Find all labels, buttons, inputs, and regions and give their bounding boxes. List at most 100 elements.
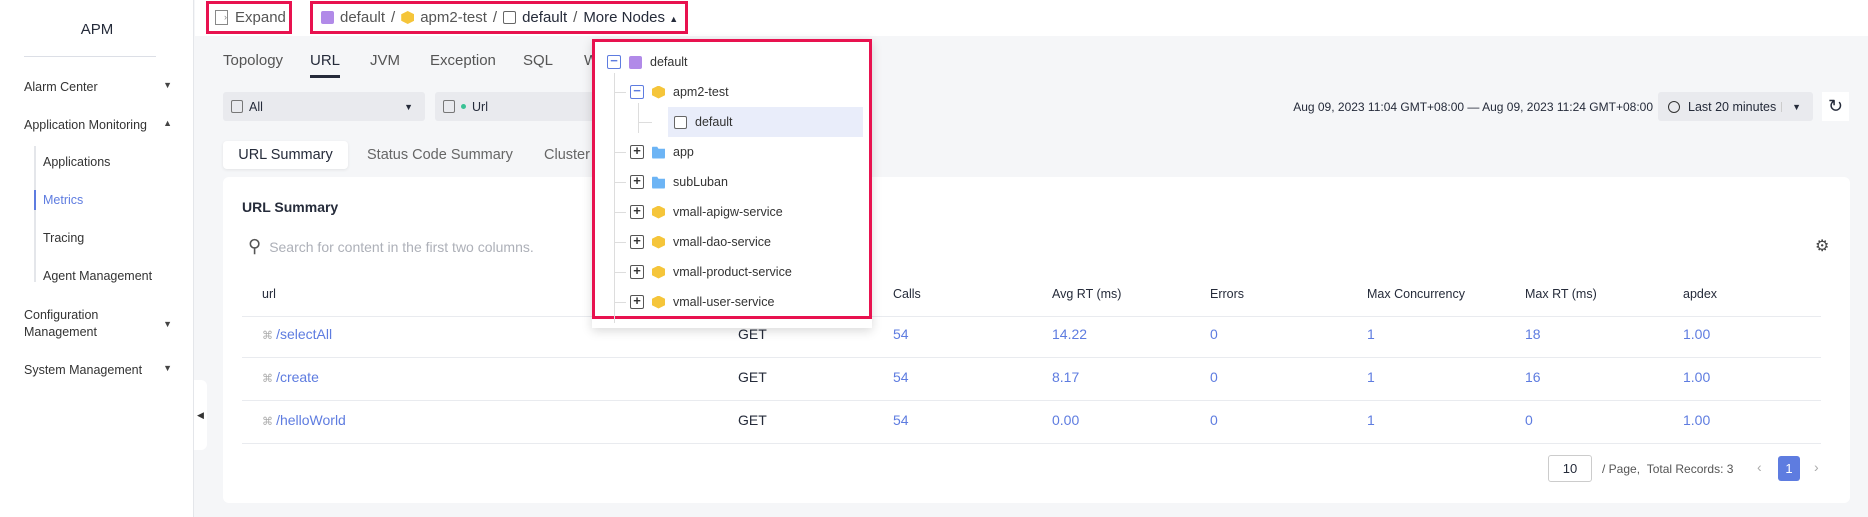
tab-sql[interactable]: SQL (523, 52, 553, 69)
breadcrumb-item[interactable]: apm2-test (420, 9, 487, 26)
collapse-icon[interactable]: − (630, 84, 644, 99)
chevron-down-icon: ▼ (163, 80, 172, 90)
sidebar-item-metrics[interactable]: Metrics (43, 193, 83, 207)
more-nodes-label: More Nodes (583, 9, 666, 26)
tab-topology[interactable]: Topology (223, 52, 283, 69)
cell-errors: 0 (1210, 326, 1218, 342)
subtab-url-summary[interactable]: URL Summary (223, 141, 348, 169)
page-1-button[interactable]: 1 (1778, 456, 1800, 481)
cell-url[interactable]: ⌘ /create (262, 369, 319, 385)
tree-node[interactable]: − apm2-test (630, 81, 729, 103)
tree-node-label: apm2-test (673, 85, 729, 99)
label: Alarm Center (24, 80, 98, 94)
sidebar-item-configuration-management[interactable]: Configuration Management ▼ (24, 307, 172, 341)
more-nodes-dropdown[interactable]: More Nodes ▲ (583, 9, 678, 26)
column-header-errors[interactable]: Errors (1210, 287, 1244, 301)
component-icon (652, 265, 665, 279)
search-input[interactable]: ⚲ Search for content in the first two co… (248, 236, 534, 257)
url-summary-card (223, 177, 1850, 503)
total-records: Total Records: 3 (1646, 462, 1734, 476)
tree-connector (614, 272, 626, 273)
tree-node[interactable]: + vmall-dao-service (630, 231, 771, 253)
cell-url[interactable]: ⌘ /selectAll (262, 326, 332, 342)
cell-calls: 54 (893, 326, 909, 342)
divider (242, 316, 1821, 317)
next-page-button[interactable]: › (1814, 459, 1819, 475)
cell-avg-rt: 14.22 (1052, 326, 1088, 342)
subtab-status-code-summary[interactable]: Status Code Summary (367, 147, 513, 163)
cell-max-rt: 16 (1525, 369, 1541, 385)
instance-select[interactable]: All ▼ (223, 92, 425, 121)
url-link[interactable]: /create (276, 369, 319, 385)
tab-exception[interactable]: Exception (430, 52, 496, 69)
tab-url[interactable]: URL (310, 52, 340, 69)
expand-icon[interactable]: + (630, 264, 644, 279)
instance-icon (674, 115, 687, 129)
cell-avg-rt: 0.00 (1052, 412, 1080, 428)
subtab-cluster[interactable]: Cluster (544, 147, 590, 163)
search-placeholder: Search for content in the first two colu… (269, 238, 534, 255)
sidebar-item-application-monitoring[interactable]: Application Monitoring ▲ (24, 118, 184, 132)
page-size-input[interactable]: 10 (1548, 455, 1592, 482)
column-header-max-rt[interactable]: Max RT (ms) (1525, 287, 1597, 301)
sidebar-item-system-management[interactable]: System Management ▼ (24, 363, 184, 377)
tree-node[interactable]: + vmall-product-service (630, 261, 792, 283)
expand-icon[interactable]: + (630, 174, 644, 189)
row-divider (242, 357, 1821, 358)
time-preset-value: Last 20 minutes (1688, 99, 1777, 114)
tree-node-label: vmall-apigw-service (673, 205, 783, 219)
cell-errors: 0 (1210, 412, 1218, 428)
settings-gear-icon[interactable]: ⚙ (1815, 236, 1829, 256)
sidebar-item-alarm-center[interactable]: Alarm Center ▼ (24, 80, 184, 94)
clock-icon (1668, 100, 1680, 113)
cell-calls: 54 (893, 369, 909, 385)
breadcrumb: default / apm2-test / default / More Nod… (310, 1, 688, 34)
status-dot (461, 104, 466, 109)
refresh-button[interactable]: ↻ (1822, 92, 1849, 121)
collapse-sidebar-handle[interactable]: ◀ (194, 380, 207, 450)
tree-node[interactable]: + vmall-apigw-service (630, 201, 783, 223)
column-header-url[interactable]: url (262, 287, 276, 301)
separator: / (573, 9, 578, 26)
expand-icon[interactable]: + (630, 234, 644, 249)
tree-node[interactable]: + app (630, 141, 694, 163)
tree-node[interactable]: default (674, 111, 733, 133)
url-link[interactable]: /selectAll (276, 326, 332, 342)
expand-icon[interactable]: + (630, 204, 644, 219)
tree-node-label: vmall-user-service (673, 295, 775, 309)
sidebar-item-agent-management[interactable]: Agent Management (43, 269, 152, 283)
tree-node[interactable]: + vmall-user-service (630, 291, 774, 313)
tree-node[interactable]: − default (607, 51, 688, 73)
column-header-avg-rt[interactable]: Avg RT (ms) (1052, 287, 1121, 301)
column-header-calls[interactable]: Calls (893, 287, 921, 301)
breadcrumb-item[interactable]: default (522, 9, 567, 26)
tab-jvm[interactable]: JVM (370, 52, 400, 69)
expand-label: Expand (235, 9, 286, 26)
time-preset-select[interactable]: Last 20 minutes ▼ (1658, 92, 1813, 121)
divider (24, 56, 156, 57)
expand-icon[interactable]: + (630, 144, 644, 159)
breadcrumb-item[interactable]: default (340, 9, 385, 26)
collapse-icon[interactable]: − (607, 54, 621, 69)
tree-node[interactable]: + subLuban (630, 171, 728, 193)
cell-url[interactable]: ⌘ /helloWorld (262, 412, 346, 428)
expand-icon[interactable]: + (630, 294, 644, 309)
type-select[interactable]: Url (435, 92, 595, 121)
component-icon (652, 235, 665, 249)
environment-icon (629, 55, 642, 69)
prev-page-button[interactable]: ‹ (1757, 459, 1762, 475)
tree-line (614, 73, 615, 323)
sidebar: APM Alarm Center ▼ Application Monitoring… (0, 0, 194, 517)
page-info: / Page, Total Records: 3 (1602, 462, 1733, 476)
sidebar-item-tracing[interactable]: Tracing (43, 231, 84, 245)
tree-node-label: vmall-dao-service (673, 235, 771, 249)
tree-node-label: app (673, 145, 694, 159)
environment-icon (321, 11, 334, 24)
more-nodes-tree-dropdown: − default − apm2-test default + app + subLuban + v… (592, 39, 872, 328)
column-header-apdex[interactable]: apdex (1683, 287, 1717, 301)
url-link[interactable]: /helloWorld (276, 412, 346, 428)
sidebar-item-applications[interactable]: Applications (43, 155, 110, 169)
expand-button[interactable]: › Expand (206, 1, 292, 34)
search-icon: ⚲ (248, 236, 262, 256)
column-header-max-concurrency[interactable]: Max Concurrency (1367, 287, 1465, 301)
